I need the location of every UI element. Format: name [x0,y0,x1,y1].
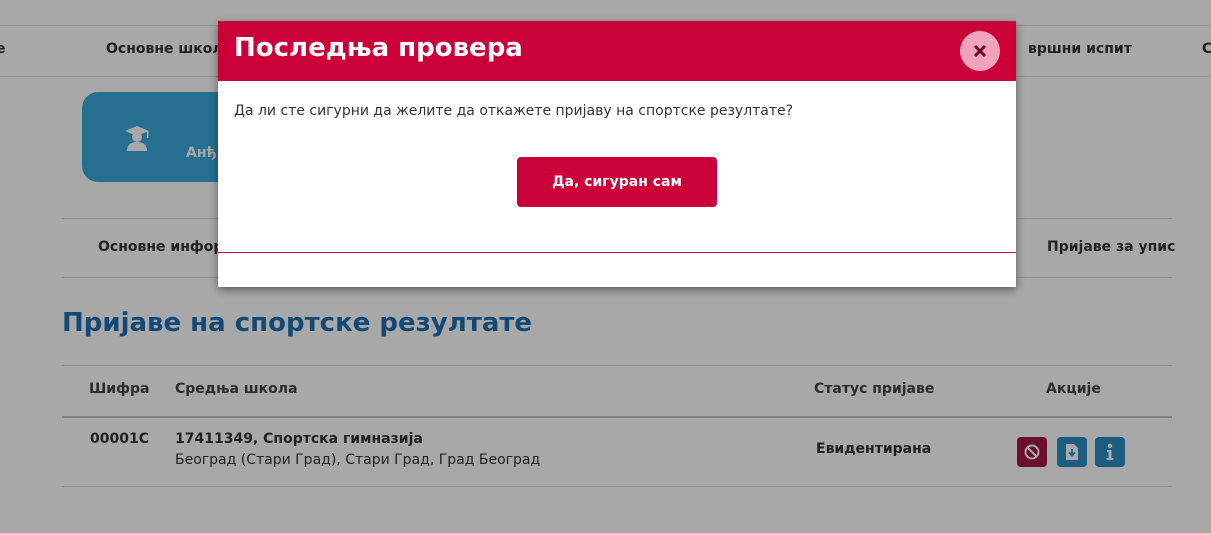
dialog-divider [218,252,1016,253]
dialog-header: Последња провера [218,21,1016,81]
confirm-dialog: Последња провера Да ли сте сигурни да же… [218,21,1016,287]
confirm-button[interactable]: Да, сигуран сам [517,157,717,207]
close-button[interactable] [960,31,1000,71]
close-icon [960,44,1000,58]
dialog-title: Последња провера [234,33,523,63]
dialog-message: Да ли сте сигурни да желите да откажете … [234,103,794,119]
